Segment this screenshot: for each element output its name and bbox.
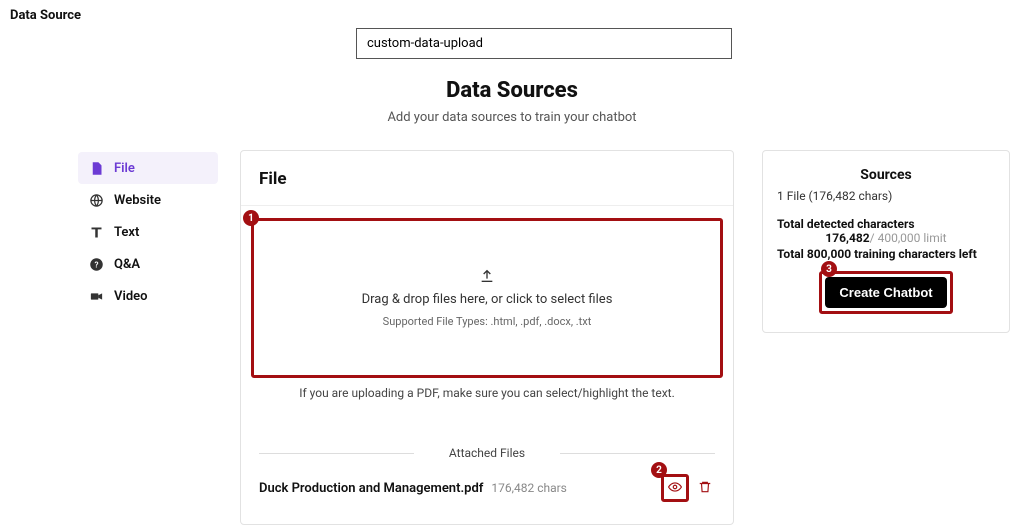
training-left: Total 800,000 training characters left [777,247,995,261]
sidebar-item-label: Text [114,225,139,240]
delete-file-button[interactable] [695,478,715,498]
file-card-title: File [259,169,715,189]
text-icon [88,224,104,240]
sidebar-item-file[interactable]: File [78,152,218,184]
file-upload-card: File 1 Drag & drop files here, or click … [240,150,734,525]
sidebar-item-label: Q&A [114,257,140,272]
annotation-badge-1: 1 [243,210,259,226]
annotation-badge-2: 2 [651,462,667,478]
upload-primary-text: Drag & drop files here, or click to sele… [362,292,613,307]
pdf-note: If you are uploading a PDF, make sure yo… [241,386,733,400]
tdc-line: 176,482/ 400,000 limit [777,231,995,245]
annotation-badge-3: 3 [821,261,837,277]
sources-summary-card: Sources 1 File (176,482 chars) Total det… [762,150,1010,333]
upload-secondary-text: Supported File Types: .html, .pdf, .docx… [383,315,592,328]
svg-text:?: ? [94,259,98,269]
sidebar-item-text[interactable]: Text [78,216,218,248]
data-source-sidebar: File Website Text ? Q&A Video [78,152,218,312]
sources-title: Sources [777,167,995,183]
attached-file-name: Duck Production and Management.pdf [259,481,483,496]
chatbot-name-input[interactable] [356,28,732,59]
file-drop-zone[interactable]: Drag & drop files here, or click to sele… [251,218,723,378]
tdc-count: 176,482 [825,231,869,245]
sidebar-item-website[interactable]: Website [78,184,218,216]
sidebar-item-label: Website [114,193,161,208]
preview-file-button[interactable] [661,474,689,502]
sidebar-item-label: File [114,161,135,176]
page-subtitle: Add your data sources to train your chat… [0,110,1024,125]
sidebar-item-label: Video [114,289,148,304]
globe-icon [88,192,104,208]
sidebar-item-qa[interactable]: ? Q&A [78,248,218,280]
question-icon: ? [88,256,104,272]
sidebar-item-video[interactable]: Video [78,280,218,312]
name-input-wrap [356,28,732,59]
attached-file-row: Duck Production and Management.pdf 176,4… [241,460,733,502]
video-icon [88,288,104,304]
document-icon [88,160,104,176]
create-chatbot-button[interactable]: Create Chatbot [825,277,946,308]
tdc-limit: / 400,000 limit [870,231,947,245]
attached-file-chars: 176,482 chars [491,481,566,495]
file-summary: 1 File (176,482 chars) [777,189,995,203]
tdc-label: Total detected characters [777,217,995,231]
page-label: Data Source [10,8,81,23]
upload-icon [479,268,495,284]
attached-files-heading: Attached Files [259,446,715,460]
trash-icon [698,479,712,498]
page-title: Data Sources [0,78,1024,103]
create-button-highlight: Create Chatbot [819,271,952,314]
eye-icon [668,479,682,498]
